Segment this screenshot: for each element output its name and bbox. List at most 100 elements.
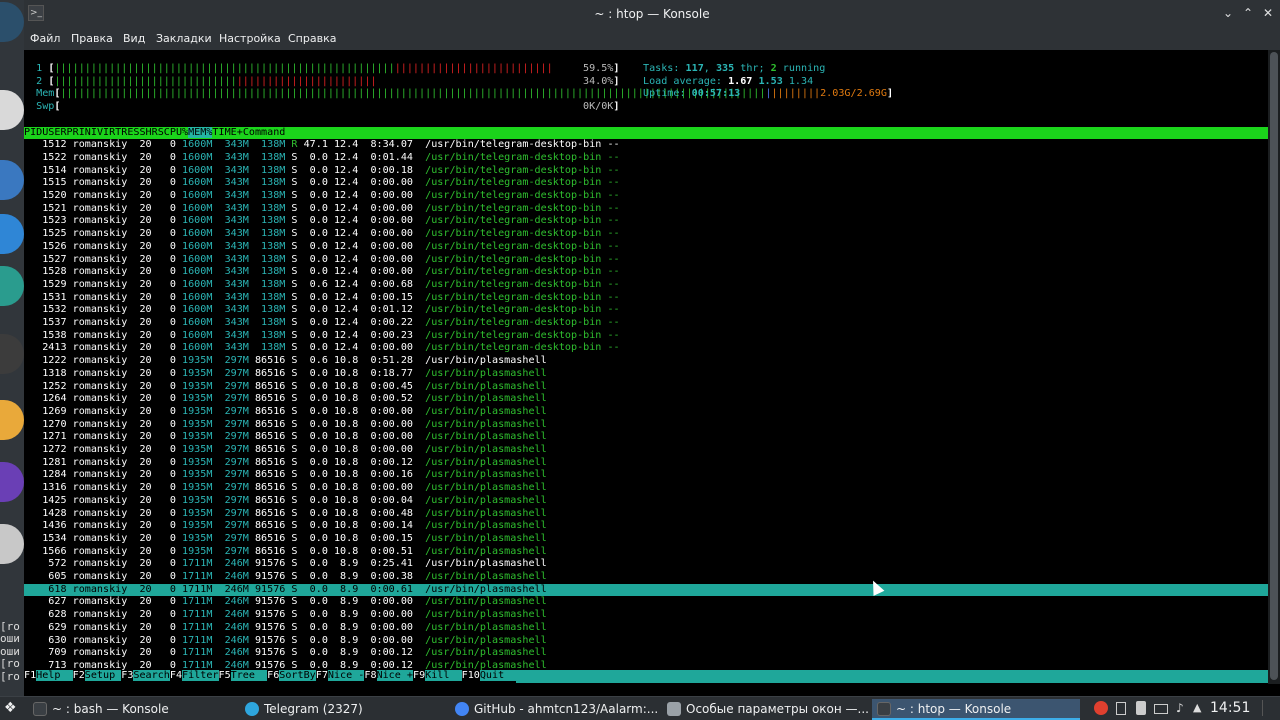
table-row[interactable]: 627 romanskiy 20 0 1711M 246M 91576 S 0.… [24, 596, 546, 609]
fkey-label-f10[interactable]: Quit [479, 670, 517, 681]
column-header-mem[interactable]: MEM% [188, 126, 213, 138]
process-table-header[interactable]: PIDUSERPRINIVIRTRESSHRSCPU%MEM%TIME+Comm… [24, 126, 1268, 140]
clipboard-icon[interactable] [1116, 702, 1126, 715]
close-icon[interactable]: ✕ [1260, 5, 1276, 21]
column-header-pri[interactable]: PRI [67, 127, 85, 138]
table-row[interactable]: 1284 romanskiy 20 0 1935M 297M 86516 S 0… [24, 469, 546, 482]
table-row[interactable]: 1264 romanskiy 20 0 1935M 297M 86516 S 0… [24, 393, 546, 406]
app-icon-5[interactable] [0, 334, 24, 374]
table-row[interactable]: 572 romanskiy 20 0 1711M 246M 91576 S 0.… [24, 558, 546, 571]
table-row[interactable]: 1436 romanskiy 20 0 1935M 297M 86516 S 0… [24, 520, 546, 533]
scrollbar[interactable] [1268, 50, 1280, 684]
menu-settings[interactable]: Настройка [219, 32, 281, 45]
table-row[interactable]: 1269 romanskiy 20 0 1935M 297M 86516 S 0… [24, 406, 546, 419]
battery-icon[interactable] [1154, 704, 1168, 714]
fkey-f3[interactable]: F3 [121, 670, 134, 681]
table-row[interactable]: 1252 romanskiy 20 0 1935M 297M 86516 S 0… [24, 381, 546, 394]
fkey-label-f6[interactable]: SortBy [279, 670, 316, 681]
fkey-f8[interactable]: F8 [364, 670, 377, 681]
table-row[interactable]: 1514 romanskiy 20 0 1600M 343M 138M S 0.… [24, 165, 619, 178]
table-row[interactable]: 630 romanskiy 20 0 1711M 246M 91576 S 0.… [24, 635, 546, 648]
table-row[interactable]: 2413 romanskiy 20 0 1600M 343M 138M S 0.… [24, 342, 619, 355]
volume-icon[interactable]: ♪ [1176, 701, 1184, 715]
fkey-f4[interactable]: F4 [169, 670, 183, 681]
column-header-virt[interactable]: VIRT [97, 127, 121, 138]
scrollbar-thumb[interactable] [1270, 52, 1278, 680]
table-row[interactable]: 1515 romanskiy 20 0 1600M 343M 138M S 0.… [24, 177, 619, 190]
fkey-f2[interactable]: F2 [72, 670, 85, 681]
table-row[interactable]: 1281 romanskiy 20 0 1935M 297M 86516 S 0… [24, 457, 546, 470]
task-bash-konsole[interactable]: ~ : bash — Konsole [28, 699, 236, 720]
task-window-rules[interactable]: Особые параметры окон —... [662, 699, 870, 720]
table-row[interactable]: 1529 romanskiy 20 0 1600M 343M 138M S 0.… [24, 279, 619, 292]
column-header-ni[interactable]: NI [85, 127, 97, 138]
table-row[interactable]: 1318 romanskiy 20 0 1935M 297M 86516 S 0… [24, 368, 546, 381]
app-menu-icon[interactable]: ❖ [4, 700, 20, 716]
table-row[interactable]: 1428 romanskiy 20 0 1935M 297M 86516 S 0… [24, 508, 546, 521]
column-header-shr[interactable]: SHR [139, 127, 157, 138]
fkey-f10[interactable]: F10 [461, 670, 480, 681]
table-row[interactable]: 1522 romanskiy 20 0 1600M 343M 138M S 0.… [24, 152, 619, 165]
menu-view[interactable]: Вид [123, 32, 145, 45]
column-header-pid[interactable]: PID [24, 127, 42, 138]
minimize-icon[interactable]: ⌄ [1220, 5, 1236, 21]
table-row[interactable]: 1566 romanskiy 20 0 1935M 297M 86516 S 0… [24, 546, 546, 559]
app-icon-1[interactable] [0, 90, 24, 130]
fkey-label-f4[interactable]: Filter [182, 670, 219, 681]
column-header-user[interactable]: USER [42, 127, 66, 138]
fkey-f5[interactable]: F5 [218, 670, 231, 681]
fkey-label-f3[interactable]: Search [133, 670, 170, 681]
fkey-label-f1[interactable]: Help [36, 670, 73, 681]
table-row[interactable]: 1512 romanskiy 20 0 1600M 343M 138M R 47… [24, 139, 619, 152]
menu-edit[interactable]: Правка [71, 32, 113, 45]
maximize-icon[interactable]: ⌃ [1240, 5, 1256, 21]
chrome-tray-icon[interactable] [1094, 701, 1108, 715]
terminal-area[interactable]: 1 [|||||||||||||||||||||||||||||||||||||… [24, 50, 1268, 684]
app-icon-7[interactable] [0, 462, 24, 502]
titlebar[interactable]: >_ ~ : htop — Konsole ⌄ ⌃ ✕ [24, 0, 1280, 28]
fkey-label-f5[interactable]: Tree [230, 670, 268, 681]
task-github[interactable]: GitHub - ahmtcn123/Aalarm:... [450, 699, 658, 720]
app-icon-6[interactable] [0, 400, 24, 440]
table-row[interactable]: 1521 romanskiy 20 0 1600M 343M 138M S 0.… [24, 203, 619, 216]
table-row[interactable]: 1534 romanskiy 20 0 1935M 297M 86516 S 0… [24, 533, 546, 546]
table-row[interactable]: 618 romanskiy 20 0 1711M 246M 91576 S 0.… [24, 583, 1268, 597]
usb-icon[interactable] [1136, 701, 1146, 715]
task-htop-konsole[interactable]: ~ : htop — Konsole [872, 699, 1080, 720]
table-row[interactable]: 628 romanskiy 20 0 1711M 246M 91576 S 0.… [24, 609, 546, 622]
fkey-label-f2[interactable]: Setup [84, 670, 122, 681]
menu-bookmarks[interactable]: Закладки [156, 32, 212, 45]
show-desktop-button[interactable] [1262, 700, 1274, 716]
fkey-label-f7[interactable]: Nice - [327, 670, 365, 681]
table-row[interactable]: 1526 romanskiy 20 0 1600M 343M 138M S 0.… [24, 241, 619, 254]
table-row[interactable]: 1520 romanskiy 20 0 1600M 343M 138M S 0.… [24, 190, 619, 203]
column-header-command[interactable]: Command [243, 127, 286, 138]
column-header-time[interactable]: TIME+ [212, 127, 242, 138]
app-launcher-icon[interactable] [0, 2, 24, 42]
table-row[interactable]: 1538 romanskiy 20 0 1600M 343M 138M S 0.… [24, 330, 619, 343]
menu-file[interactable]: Файл [30, 32, 60, 45]
table-row[interactable]: 1425 romanskiy 20 0 1935M 297M 86516 S 0… [24, 495, 546, 508]
task-telegram[interactable]: Telegram (2327) [240, 699, 448, 720]
table-row[interactable]: 1270 romanskiy 20 0 1935M 297M 86516 S 0… [24, 419, 546, 432]
table-row[interactable]: 1222 romanskiy 20 0 1935M 297M 86516 S 0… [24, 355, 546, 368]
fkey-f7[interactable]: F7 [315, 670, 328, 681]
clock[interactable]: 14:51 [1210, 700, 1250, 716]
table-row[interactable]: 1525 romanskiy 20 0 1600M 343M 138M S 0.… [24, 228, 619, 241]
fkey-f6[interactable]: F6 [267, 670, 280, 681]
fkey-label-f8[interactable]: Nice + [376, 670, 413, 681]
app-icon-8[interactable] [0, 524, 24, 564]
menu-help[interactable]: Справка [288, 32, 336, 45]
table-row[interactable]: 1531 romanskiy 20 0 1600M 343M 138M S 0.… [24, 292, 619, 305]
app-icon-4[interactable] [0, 266, 24, 306]
tray-expand-icon[interactable]: ▲ [1193, 701, 1201, 714]
table-row[interactable]: 1316 romanskiy 20 0 1935M 297M 86516 S 0… [24, 482, 546, 495]
table-row[interactable]: 1532 romanskiy 20 0 1600M 343M 138M S 0.… [24, 304, 619, 317]
table-row[interactable]: 1523 romanskiy 20 0 1600M 343M 138M S 0.… [24, 215, 619, 228]
table-row[interactable]: 1527 romanskiy 20 0 1600M 343M 138M S 0.… [24, 254, 619, 267]
table-row[interactable]: 605 romanskiy 20 0 1711M 246M 91576 S 0.… [24, 571, 546, 584]
table-row[interactable]: 709 romanskiy 20 0 1711M 246M 91576 S 0.… [24, 647, 546, 660]
table-row[interactable]: 1272 romanskiy 20 0 1935M 297M 86516 S 0… [24, 444, 546, 457]
table-row[interactable]: 1528 romanskiy 20 0 1600M 343M 138M S 0.… [24, 266, 619, 279]
table-row[interactable]: 1537 romanskiy 20 0 1600M 343M 138M S 0.… [24, 317, 619, 330]
